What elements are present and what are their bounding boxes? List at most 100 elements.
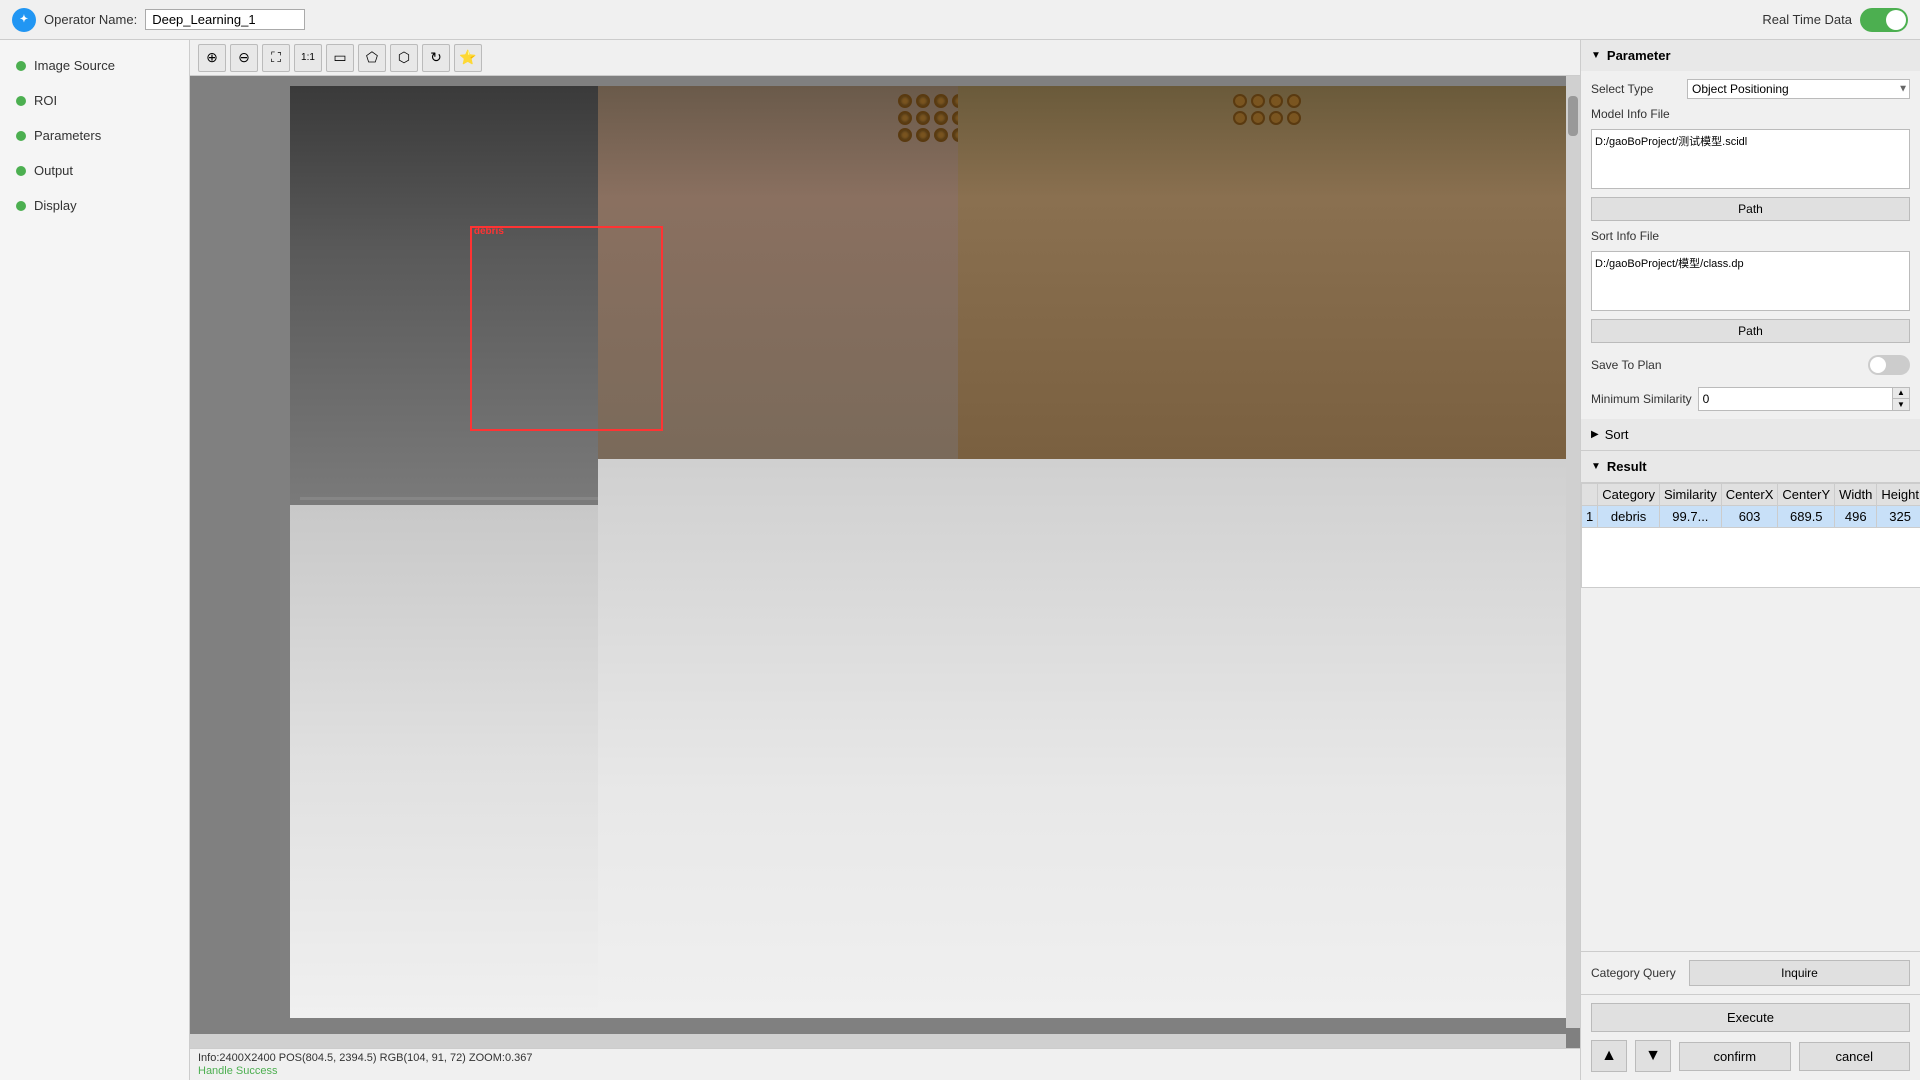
- execute-button[interactable]: Execute: [1591, 1003, 1910, 1032]
- result-table: Category Similarity CenterX CenterY Widt…: [1581, 483, 1920, 588]
- result-table-body: 1 debris 99.7... 603 689.5 496 325 0: [1582, 506, 1920, 588]
- select-type-dropdown[interactable]: Object Positioning Classification Detect…: [1687, 79, 1910, 99]
- navigate-down-button[interactable]: ▼: [1635, 1040, 1671, 1072]
- table-row-empty: [1582, 528, 1920, 588]
- sidebar-item-parameters[interactable]: Parameters: [0, 118, 189, 153]
- min-similarity-input[interactable]: [1699, 390, 1892, 408]
- sidebar-label-roi: ROI: [34, 93, 57, 108]
- sidebar-label-display: Display: [34, 198, 77, 213]
- parameter-header-label: Parameter: [1607, 48, 1671, 63]
- save-to-plan-row: Save To Plan: [1591, 351, 1910, 379]
- action-row: ▲ ▼ confirm cancel: [1591, 1040, 1910, 1072]
- cell-similarity: 99.7...: [1659, 506, 1721, 528]
- col-header-index: [1582, 484, 1598, 506]
- select-type-wrapper: Object Positioning Classification Detect…: [1687, 79, 1910, 99]
- sort-arrow-icon: ▶: [1591, 429, 1599, 440]
- fit-button[interactable]: ⛶: [262, 44, 290, 72]
- sidebar-label-image-source: Image Source: [34, 58, 115, 73]
- sidebar-label-parameters: Parameters: [34, 128, 101, 143]
- save-to-plan-knob: [1870, 357, 1886, 373]
- min-similarity-spinner: ▲ ▼: [1698, 387, 1910, 411]
- sidebar-item-image-source[interactable]: Image Source: [0, 48, 189, 83]
- save-to-plan-label: Save To Plan: [1591, 358, 1681, 372]
- model-info-row: Model Info File: [1591, 107, 1910, 121]
- sidebar-item-output[interactable]: Output: [0, 153, 189, 188]
- category-query-row: Category Query Inquire: [1581, 951, 1920, 994]
- sidebar-item-roi[interactable]: ROI: [0, 83, 189, 118]
- spinner-up-button[interactable]: ▲: [1893, 388, 1909, 399]
- top-bar-right: Real Time Data: [1762, 8, 1908, 32]
- viewport-image-area: debris: [290, 86, 1575, 1018]
- one-to-one-button[interactable]: 1:1: [294, 44, 322, 72]
- table-row[interactable]: 1 debris 99.7... 603 689.5 496 325 0: [1582, 506, 1920, 528]
- star-button[interactable]: ⭐: [454, 44, 482, 72]
- zoom-in-button[interactable]: ⊕: [198, 44, 226, 72]
- realtime-toggle[interactable]: [1860, 8, 1908, 32]
- rotate-button[interactable]: ↻: [422, 44, 450, 72]
- pentagon-button[interactable]: ⬠: [358, 44, 386, 72]
- app-logo: ✦: [12, 8, 36, 32]
- cell-index: 1: [1582, 506, 1598, 528]
- model-info-label: Model Info File: [1591, 107, 1681, 121]
- spinner-buttons: ▲ ▼: [1892, 388, 1909, 410]
- status-dot-image-source: [16, 61, 26, 71]
- parameter-section-header[interactable]: ▼ Parameter: [1581, 40, 1920, 71]
- spinner-down-button[interactable]: ▼: [1893, 399, 1909, 410]
- detection-bounding-box: debris: [470, 226, 663, 431]
- image-viewport[interactable]: debris: [190, 76, 1580, 1048]
- operator-name-input[interactable]: [145, 9, 305, 30]
- cancel-button[interactable]: cancel: [1799, 1042, 1911, 1071]
- status-dot-roi: [16, 96, 26, 106]
- col-header-height: Height: [1877, 484, 1920, 506]
- sort-info-label: Sort Info File: [1591, 229, 1681, 243]
- hexagon-button[interactable]: ⬡: [390, 44, 418, 72]
- model-info-textarea[interactable]: D:/gaoBoProject/测试模型.scidl: [1591, 129, 1910, 189]
- sort-label: Sort: [1605, 427, 1629, 442]
- parameter-arrow-icon: ▼: [1591, 50, 1601, 61]
- path-button-2[interactable]: Path: [1591, 319, 1910, 343]
- status-info-text: Info:2400X2400 POS(804.5, 2394.5) RGB(10…: [198, 1052, 1572, 1064]
- col-header-category: Category: [1598, 484, 1660, 506]
- cell-height: 325: [1877, 506, 1920, 528]
- sort-info-row: Sort Info File: [1591, 229, 1910, 243]
- save-to-plan-toggle[interactable]: [1868, 355, 1910, 375]
- category-query-label: Category Query: [1591, 966, 1681, 980]
- status-bar: Info:2400X2400 POS(804.5, 2394.5) RGB(10…: [190, 1048, 1580, 1080]
- image-panel-right: [958, 86, 1575, 1018]
- bottom-actions: Execute ▲ ▼ confirm cancel: [1581, 994, 1920, 1080]
- toggle-knob: [1886, 10, 1906, 30]
- rect-button[interactable]: ▭: [326, 44, 354, 72]
- scrollbar-thumb-v[interactable]: [1568, 96, 1578, 136]
- cell-centerx: 603: [1721, 506, 1778, 528]
- navigate-up-button[interactable]: ▲: [1591, 1040, 1627, 1072]
- min-similarity-row: Minimum Similarity ▲ ▼: [1591, 387, 1910, 411]
- col-header-centerx: CenterX: [1721, 484, 1778, 506]
- status-dot-parameters: [16, 131, 26, 141]
- result-section: ▼ Result Category Similarity CenterX Cen…: [1581, 451, 1920, 951]
- sort-info-textarea[interactable]: D:/gaoBoProject/模型/class.dp: [1591, 251, 1910, 311]
- detection-label: debris: [474, 226, 504, 237]
- select-type-row: Select Type Object Positioning Classific…: [1591, 79, 1910, 99]
- confirm-button[interactable]: confirm: [1679, 1042, 1791, 1071]
- status-dot-display: [16, 201, 26, 211]
- main-layout: Image Source ROI Parameters Output Displ…: [0, 40, 1920, 1080]
- toolbar: ⊕ ⊖ ⛶ 1:1 ▭ ⬠ ⬡ ↻ ⭐: [190, 40, 1580, 76]
- inquire-button[interactable]: Inquire: [1689, 960, 1910, 986]
- scrollbar-horizontal[interactable]: [190, 1034, 1566, 1048]
- parameter-section-content: Select Type Object Positioning Classific…: [1581, 71, 1920, 419]
- top-bar-left: ✦ Operator Name:: [12, 8, 305, 32]
- sidebar-item-display[interactable]: Display: [0, 188, 189, 223]
- min-similarity-label: Minimum Similarity: [1591, 392, 1692, 406]
- path-button-1[interactable]: Path: [1591, 197, 1910, 221]
- right-panel: ▼ Parameter Select Type Object Positioni…: [1580, 40, 1920, 1080]
- scrollbar-vertical[interactable]: [1566, 76, 1580, 1028]
- realtime-label: Real Time Data: [1762, 12, 1852, 27]
- sort-section-header[interactable]: ▶ Sort: [1581, 419, 1920, 451]
- top-bar: ✦ Operator Name: Real Time Data: [0, 0, 1920, 40]
- cell-width: 496: [1835, 506, 1877, 528]
- result-table-head: Category Similarity CenterX CenterY Widt…: [1582, 484, 1920, 506]
- result-section-header[interactable]: ▼ Result: [1581, 451, 1920, 483]
- zoom-out-button[interactable]: ⊖: [230, 44, 258, 72]
- viewport-inner: debris: [190, 76, 1580, 1048]
- status-dot-output: [16, 166, 26, 176]
